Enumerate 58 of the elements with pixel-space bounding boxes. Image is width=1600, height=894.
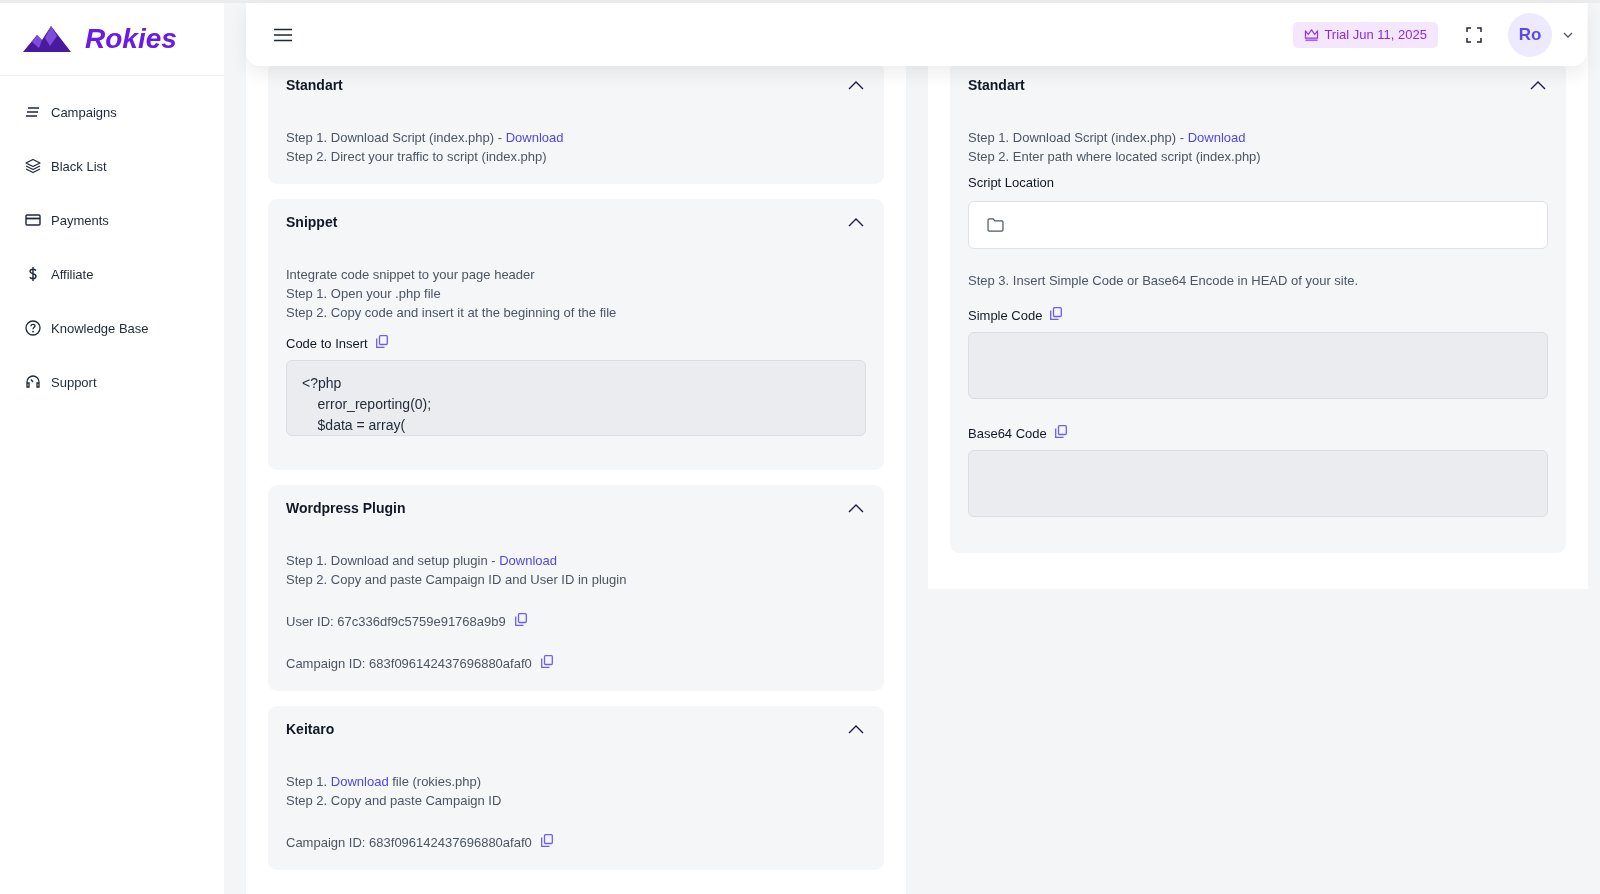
step-text: Step 2. Enter path where located script (index.php) xyxy=(968,148,1262,166)
section-title: Keitaro xyxy=(286,721,335,737)
step-text: Step 2. Direct your traffic to script (index.php) xyxy=(286,148,548,166)
step-text: Step 1. Download file (rokies.php) xyxy=(286,773,483,791)
download-link[interactable]: Download xyxy=(330,774,389,789)
download-link[interactable]: Download xyxy=(1187,130,1246,145)
id-text: Campaign ID: 683f096142437696880afaf0 xyxy=(286,655,532,673)
copy-icon[interactable] xyxy=(540,654,553,668)
mountain-logo-icon xyxy=(23,26,71,52)
download-link[interactable]: Download xyxy=(499,553,558,568)
section-title: Standart xyxy=(968,77,1025,93)
copy-icon[interactable] xyxy=(1050,306,1063,320)
section-title: Wordpress Plugin xyxy=(286,500,406,516)
crown-icon xyxy=(1304,28,1320,41)
id-text: User ID: 67c336df9c5759e91768a9b9 xyxy=(286,613,506,631)
folder-icon xyxy=(987,218,1004,232)
sidebar-item[interactable]: Affiliate xyxy=(0,247,224,301)
field-label: Simple Code xyxy=(968,308,1043,323)
field-label: Base64 Code xyxy=(968,426,1047,441)
code-field[interactable] xyxy=(968,450,1548,517)
sidebar-item[interactable]: Payments xyxy=(0,193,224,247)
step-text: Step 1. Download Script (index.php) - Download xyxy=(968,129,1247,147)
step-text: Step 2. Copy and paste Campaign ID xyxy=(286,792,503,810)
trial-text: Trial Jun 11, 2025 xyxy=(1324,27,1427,42)
sidebar-item[interactable]: Black List xyxy=(0,139,224,193)
menu-icon xyxy=(274,27,292,42)
field-label: Code to Insert xyxy=(286,336,368,351)
download-link[interactable]: Download xyxy=(505,130,564,145)
step-text: Step 2. Copy code and insert it at the beginning of the file xyxy=(286,304,618,322)
copy-icon[interactable] xyxy=(514,612,527,626)
copy-icon[interactable] xyxy=(540,833,553,847)
code-field[interactable] xyxy=(968,332,1548,399)
step-text: Step 3. Insert Simple Code or Base64 Encode in HEAD of your site. xyxy=(968,272,1360,290)
step-text: Step 2. Copy and paste Campaign ID and User ID in plugin xyxy=(286,571,628,589)
step-text: Step 1. Download and setup plugin - Download xyxy=(286,552,559,570)
id-text: Campaign ID: 683f096142437696880afaf0 xyxy=(286,834,532,852)
copy-icon[interactable] xyxy=(375,334,388,348)
avatar-button[interactable]: Ro xyxy=(1508,12,1552,57)
step-text: Step 1. Download Script (index.php) - Download xyxy=(286,129,565,147)
copy-icon[interactable] xyxy=(1054,424,1067,438)
sidebar-item[interactable]: Support xyxy=(0,355,224,409)
lines-icon xyxy=(25,104,41,120)
field-label: Script Location xyxy=(968,175,1055,191)
sidebar-item[interactable]: Campaigns xyxy=(0,85,224,139)
section-title: Standart xyxy=(286,77,343,93)
caret-icon[interactable] xyxy=(1563,31,1573,38)
sidebar-item[interactable]: Knowledge Base xyxy=(0,301,224,355)
headset-icon xyxy=(25,374,41,390)
help-icon xyxy=(25,320,41,336)
code-field[interactable]: <?php error_reporting(0); $data = array( xyxy=(286,360,866,436)
card-icon xyxy=(25,212,41,228)
step-text: Step 1. Open your .php file xyxy=(286,285,442,303)
step-text: Integrate code snippet to your page header xyxy=(286,266,536,284)
script-location-field[interactable] xyxy=(968,201,1548,249)
fullscreen-icon xyxy=(1466,26,1482,43)
brand-name: Rokies xyxy=(85,23,177,55)
section-title: Snippet xyxy=(286,214,338,230)
layers-icon xyxy=(25,158,41,174)
